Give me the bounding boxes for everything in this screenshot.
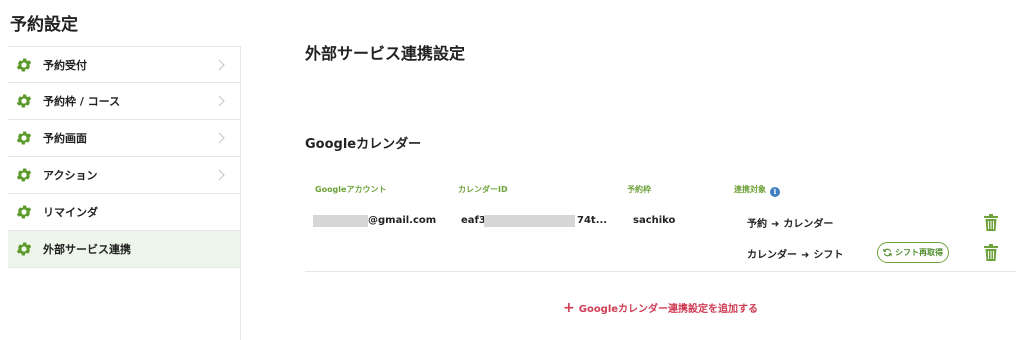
calendar-id-prefix: eaf3 [461, 215, 486, 226]
add-google-calendar-link[interactable]: + Googleカレンダー連携設定を追加する [563, 299, 759, 316]
column-header-target-label: 連携対象 [734, 185, 766, 194]
sidebar-item-slots-courses[interactable]: 予約枠 / コース [8, 83, 240, 120]
column-header-slot: 予約枠 [627, 185, 651, 194]
arrow-right-icon: ➜ [771, 219, 780, 230]
arrow-right-icon: ➜ [801, 250, 810, 261]
column-header-target: 連携対象 i [734, 184, 780, 197]
sidebar-item-label: アクション [43, 169, 98, 182]
gear-icon [15, 166, 33, 184]
chevron-right-icon [214, 168, 228, 182]
sidebar: 予約受付 予約枠 / コース 予約画面 アクション リマインダ 外部サービス連携 [8, 46, 241, 340]
gear-icon [15, 56, 33, 74]
gear-icon [15, 203, 33, 221]
shift-refetch-label: シフト再取得 [895, 248, 943, 257]
chevron-right-icon [214, 58, 228, 72]
sidebar-item-action[interactable]: アクション [8, 157, 240, 194]
column-header-account: Googleアカウント [315, 185, 387, 194]
info-icon[interactable]: i [770, 187, 780, 197]
plus-icon: + [563, 299, 575, 316]
sidebar-item-label: 予約画面 [43, 132, 87, 145]
main-title: 外部サービス連携設定 [305, 44, 466, 63]
trash-icon[interactable] [984, 244, 998, 261]
target-from: 予約 [747, 219, 767, 230]
sidebar-item-label: 外部サービス連携 [43, 243, 131, 256]
sidebar-item-reminder[interactable]: リマインダ [8, 194, 240, 231]
main-content: 外部サービス連携設定 Googleカレンダー Googleアカウント カレンダー… [305, 0, 1024, 340]
calendar-id-suffix: 74t... [577, 215, 608, 226]
sidebar-item-label: 予約受付 [43, 58, 87, 72]
sidebar-item-external-services[interactable]: 外部サービス連携 [8, 231, 240, 268]
shift-refetch-button[interactable]: シフト再取得 [877, 242, 949, 263]
target-calendar-to-shift: カレンダー ➜ シフト [747, 246, 843, 261]
refresh-icon [883, 248, 892, 257]
sidebar-item-label: リマインダ [43, 206, 98, 219]
chevron-right-icon [214, 94, 228, 108]
gear-icon [15, 240, 33, 258]
sidebar-item-reservation-reception[interactable]: 予約受付 [8, 46, 240, 83]
divider [305, 271, 1016, 272]
sidebar-item-reservation-screen[interactable]: 予約画面 [8, 120, 240, 157]
sidebar-item-label: 予約枠 / コース [43, 95, 121, 108]
gear-icon [15, 92, 33, 110]
target-to: カレンダー [783, 219, 834, 230]
target-reservation-to-calendar: 予約 ➜ カレンダー [747, 215, 833, 230]
redacted-calendar-id [484, 215, 575, 227]
add-link-label: Googleカレンダー連携設定を追加する [578, 304, 759, 315]
redacted-account [313, 215, 368, 227]
chevron-right-icon [214, 131, 228, 145]
page-title: 予約設定 [10, 15, 78, 35]
gear-icon [15, 129, 33, 147]
column-header-calendar-id: カレンダーID [458, 185, 508, 194]
account-email: @gmail.com [368, 215, 437, 226]
section-title: Googleカレンダー [305, 137, 422, 152]
slot-name: sachiko [633, 215, 676, 226]
target-to: シフト [813, 250, 844, 261]
target-from: カレンダー [747, 250, 797, 261]
trash-icon[interactable] [984, 214, 998, 231]
